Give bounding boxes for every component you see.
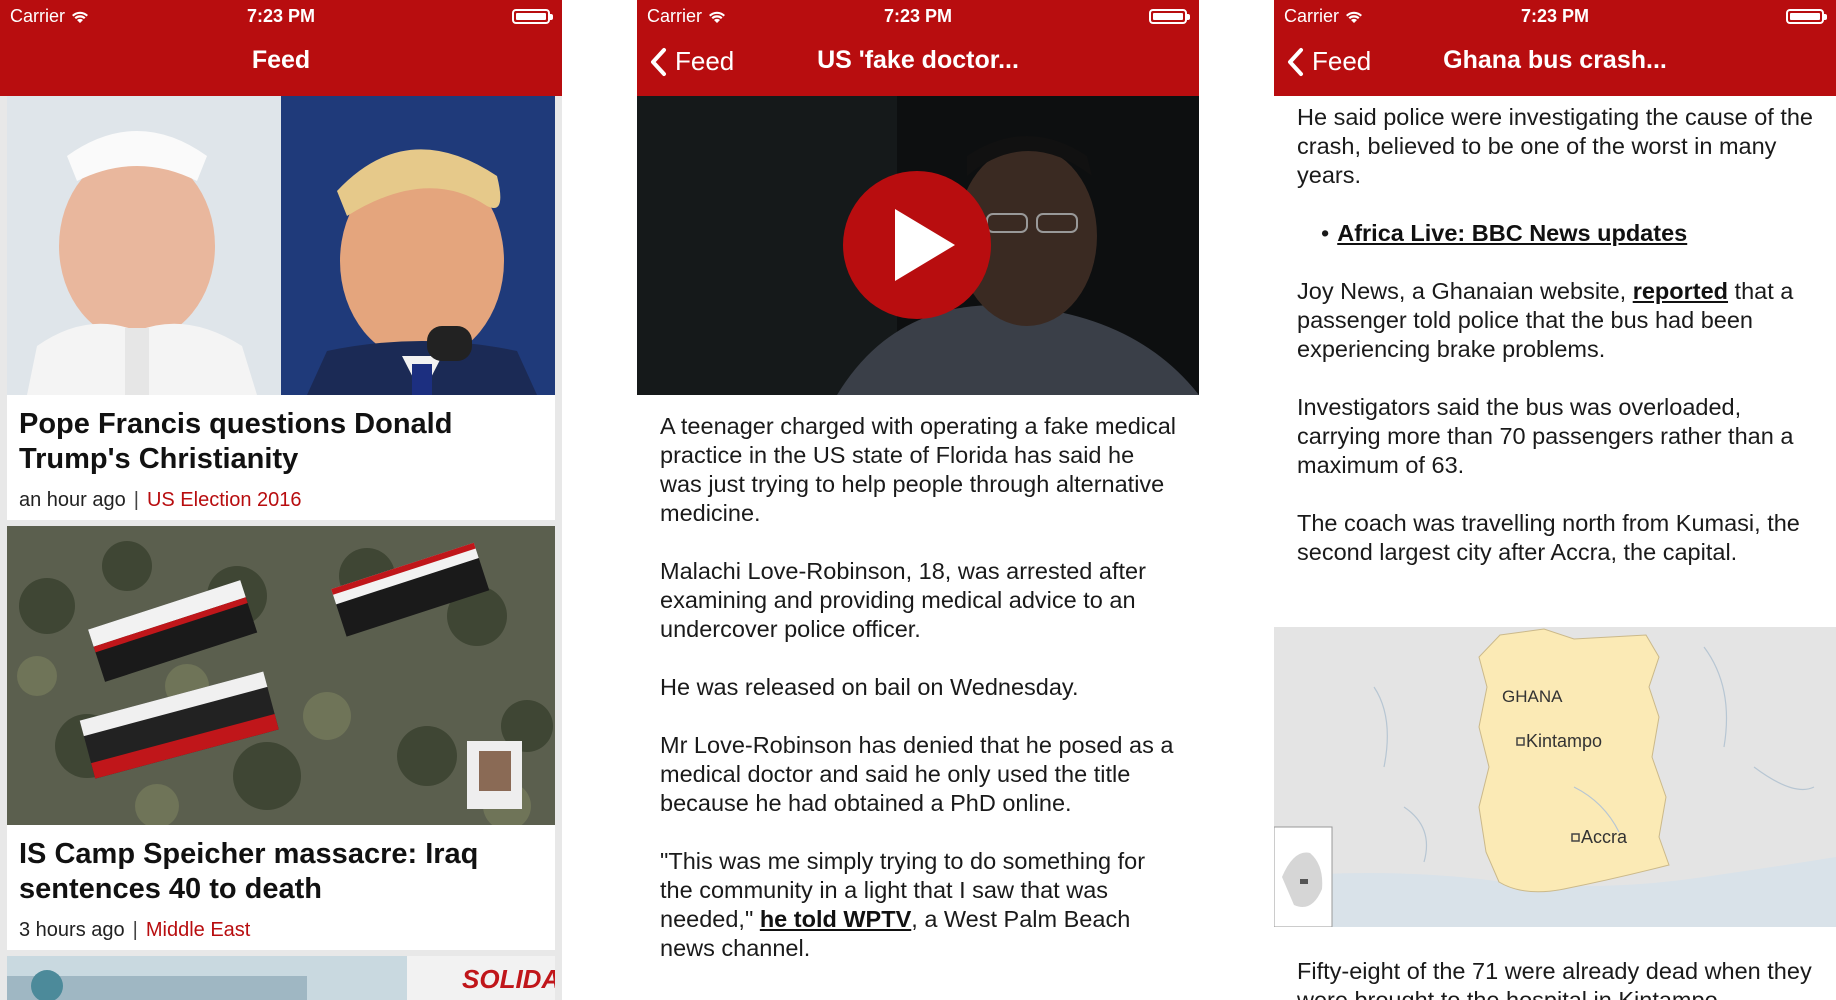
reported-link[interactable]: reported — [1633, 278, 1728, 304]
play-icon — [895, 209, 955, 281]
nav-bar: Carrier 7:23 PM Feed US 'fake doctor... — [637, 0, 1199, 96]
related-links: Africa Live: BBC News updates — [1297, 219, 1818, 248]
story-card[interactable]: IS Camp Speicher massacre: Iraq sentence… — [7, 526, 555, 950]
story-headline[interactable]: IS Camp Speicher massacre: Iraq sentence… — [7, 825, 555, 907]
article-paragraph: Investigators said the bus was overloade… — [1297, 394, 1794, 478]
map-label-country: GHANA — [1502, 687, 1563, 706]
article-paragraph: He said police were investigating the ca… — [1297, 104, 1814, 188]
status-time: 7:23 PM — [246, 6, 316, 26]
story-image[interactable] — [7, 526, 555, 825]
article-paragraph: Mr Love-Robinson has denied that he pose… — [660, 732, 1174, 816]
article-paragraph: Malachi Love-Robinson, 18, was arrested … — [660, 558, 1146, 642]
status-time: 7:23 PM — [883, 6, 953, 26]
battery-icon — [1786, 9, 1827, 24]
ghana-map — [1274, 627, 1836, 928]
map-image: GHANA Kintampo Accra — [1274, 627, 1836, 928]
play-button[interactable] — [843, 171, 991, 319]
article-screen: Carrier 7:23 PM Feed Ghana bus crash... … — [1274, 0, 1836, 1000]
map-label-city: Accra — [1581, 827, 1628, 847]
story-photo — [7, 96, 555, 395]
article-body-continued: Fifty-eight of the 71 were already dead … — [1297, 957, 1818, 1000]
status-bar: Carrier 7:23 PM — [1274, 0, 1836, 32]
story-photo — [7, 526, 555, 825]
story-meta: 3 hours ago | Middle East — [7, 907, 555, 942]
story-image[interactable]: SOLIDA — [7, 956, 555, 1000]
related-link[interactable]: Africa Live: BBC News updates — [1337, 220, 1687, 246]
story-category[interactable]: US Election 2016 — [147, 489, 302, 511]
story-image[interactable] — [7, 96, 555, 395]
related-link-item[interactable]: Africa Live: BBC News updates — [1321, 219, 1818, 248]
article-paragraph: Fifty-eight of the 71 were already dead … — [1297, 958, 1812, 1000]
map-label-city: Kintampo — [1526, 731, 1603, 751]
video-player[interactable] — [637, 96, 1199, 395]
story-category[interactable]: Middle East — [146, 919, 251, 941]
article-paragraph: Joy News, a Ghanaian website, reported t… — [1297, 277, 1818, 364]
article-paragraph: A teenager charged with operating a fake… — [660, 413, 1177, 526]
status-time: 7:23 PM — [1520, 6, 1590, 26]
meta-separator: | — [133, 489, 139, 511]
feed-screen: Carrier 7:23 PM Feed Pope Francis questi… — [0, 0, 562, 1000]
battery-icon — [512, 9, 553, 24]
nav-title: US 'fake doctor... — [817, 46, 1019, 74]
article-paragraph: He was released on bail on Wednesday. — [660, 674, 1079, 700]
story-time: an hour ago — [19, 489, 126, 511]
image-overlay-text: SOLIDA — [462, 964, 555, 994]
article-paragraph: The coach was travelling north from Kuma… — [1297, 510, 1800, 565]
article-body: He said police were investigating the ca… — [1297, 103, 1818, 596]
story-headline[interactable]: Pope Francis questions Donald Trump's Ch… — [7, 395, 555, 477]
paragraph-text: Joy News, a Ghanaian website, — [1297, 278, 1633, 304]
nav-title: Ghana bus crash... — [1443, 46, 1667, 74]
story-card[interactable]: Pope Francis questions Donald Trump's Ch… — [7, 96, 555, 520]
story-time: 3 hours ago — [19, 919, 125, 941]
article-paragraph: "This was me simply trying to do somethi… — [660, 847, 1181, 963]
meta-separator: | — [132, 919, 138, 941]
story-card[interactable]: SOLIDA — [7, 956, 555, 1000]
battery-icon — [1149, 9, 1190, 24]
status-bar: Carrier 7:23 PM — [637, 0, 1199, 32]
status-bar: Carrier 7:23 PM — [0, 0, 562, 32]
nav-title: Feed — [251, 46, 311, 74]
article-screen: Carrier 7:23 PM Feed US 'fake doctor... … — [637, 0, 1199, 1000]
article-body: A teenager charged with operating a fake… — [660, 412, 1181, 992]
source-link[interactable]: he told WPTV — [760, 906, 911, 932]
nav-bar: Carrier 7:23 PM Feed — [0, 0, 562, 96]
nav-bar: Carrier 7:23 PM Feed Ghana bus crash... — [1274, 0, 1836, 96]
story-meta: an hour ago | US Election 2016 — [7, 477, 555, 512]
